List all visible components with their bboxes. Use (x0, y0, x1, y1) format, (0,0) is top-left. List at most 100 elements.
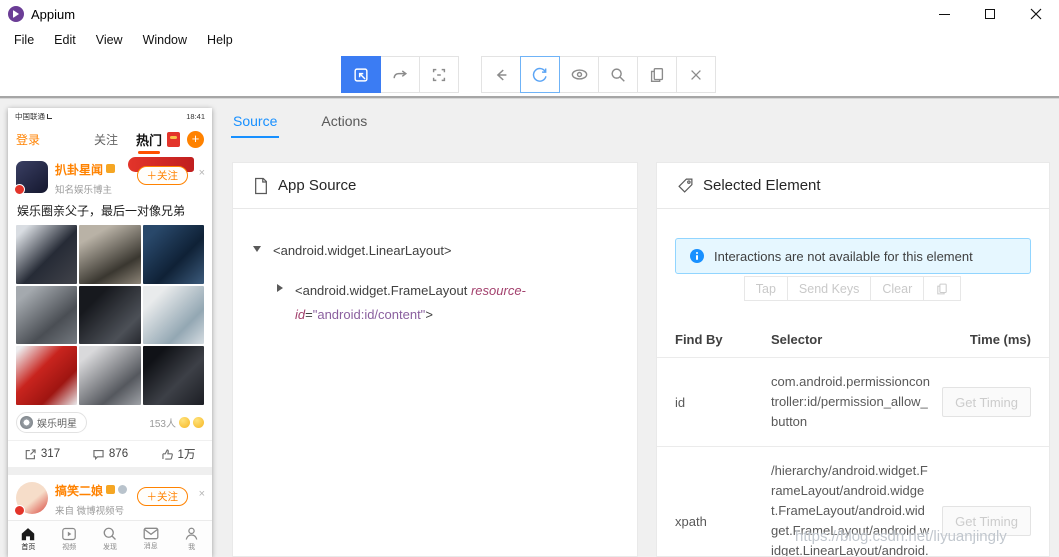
inspector-tabs: Source Actions (233, 113, 367, 138)
share-action: 317 (8, 441, 76, 467)
red-envelope-icon (167, 132, 180, 147)
close-button[interactable] (1013, 0, 1059, 28)
magnifier-icon (102, 526, 117, 541)
app-source-panel: App Source <android.widget.LinearLayout>… (232, 162, 638, 557)
crown-badge-icon (106, 164, 115, 173)
document-icon (253, 177, 269, 195)
back-button[interactable] (481, 56, 521, 93)
status-time: 18:41 (186, 112, 205, 121)
quit-session-button[interactable] (676, 56, 716, 93)
device-screenshot[interactable]: 中国联通 18:41 登录 关注 热门 + 扒卦星闻 知名娱乐博主 ＋关注 × (8, 108, 212, 557)
post-photo (79, 346, 140, 405)
app-source-title: App Source (278, 177, 356, 194)
main-area: 中国联通 18:41 登录 关注 热门 + 扒卦星闻 知名娱乐博主 ＋关注 × (0, 99, 1059, 557)
person-icon (184, 526, 199, 541)
thumbs-up-icon (161, 448, 174, 461)
menu-file[interactable]: File (4, 33, 44, 47)
selector-value: com.android.permissioncontroller:id/perm… (771, 372, 931, 432)
refresh-button[interactable] (520, 56, 560, 93)
selector-table: Find By Selector Time (ms) id com.androi… (657, 322, 1049, 557)
selected-element-panel: Selected Element Interactions are not av… (656, 162, 1050, 557)
tree-node-linearlayout[interactable]: <android.widget.LinearLayout> (253, 239, 617, 263)
post1-follow-button: ＋关注 (137, 166, 189, 185)
viewer-count: 153人 (149, 415, 176, 430)
tree-node-framelayout[interactable]: <android.widget.FrameLayout resource-id=… (277, 279, 617, 327)
search-icon (609, 66, 627, 84)
like-action: 1万 (144, 441, 212, 467)
source-tree: <android.widget.LinearLayout> <android.w… (233, 209, 637, 357)
hide-highlights-button[interactable] (559, 56, 599, 93)
tab-profile: 我 (171, 521, 212, 557)
alert-text: Interactions are not available for this … (714, 249, 973, 264)
login-link: 登录 (16, 131, 40, 148)
window-title: Appium (31, 7, 75, 22)
copy-attributes-button[interactable] (923, 276, 961, 301)
post1-close-icon: × (199, 167, 205, 179)
search-button[interactable] (598, 56, 638, 93)
follow-tab: 关注 (94, 131, 118, 148)
tap-button[interactable]: Tap (744, 276, 788, 301)
envelope-icon (143, 527, 159, 540)
post2-follow-button: ＋关注 (137, 487, 189, 506)
swipe-button[interactable] (380, 56, 420, 93)
element-action-buttons: Tap Send Keys Clear (657, 276, 1049, 301)
phone-tab-bar: 首页 视频 发现 消息 我 (8, 520, 212, 557)
menubar: File Edit View Window Help (0, 28, 1059, 52)
tab-source[interactable]: Source (233, 113, 277, 138)
share-icon (24, 448, 37, 461)
minimize-button[interactable] (921, 0, 967, 28)
post-photo (16, 286, 77, 345)
laugh-emoji-icon (179, 417, 190, 428)
post1-topic-row: 娱乐明星 153人 (16, 412, 204, 433)
comment-icon (92, 448, 105, 461)
post1-avatar (16, 161, 48, 193)
phone-status-bar: 中国联通 18:41 (8, 108, 212, 124)
app-source-header: App Source (233, 163, 637, 209)
copy-source-button[interactable] (637, 56, 677, 93)
post2-close-icon: × (199, 488, 205, 500)
post1-description: 知名娱乐博主 (55, 182, 115, 196)
clear-button[interactable]: Clear (870, 276, 924, 301)
tap-by-coordinates-button[interactable] (419, 56, 459, 93)
video-icon (61, 527, 77, 541)
selector-table-header: Find By Selector Time (ms) (657, 322, 1049, 358)
laugh-emoji-icon (193, 417, 204, 428)
appium-window: Appium File Edit View Window Help (0, 0, 1059, 557)
plus-button-icon: + (187, 131, 204, 148)
back-arrow-icon (492, 66, 510, 84)
post1-action-bar: 317 876 1万 (8, 440, 212, 467)
tag-icon (677, 177, 694, 194)
col-selector: Selector (771, 330, 931, 350)
caret-down-icon[interactable] (253, 246, 261, 252)
caret-right-icon[interactable] (277, 284, 283, 292)
phone-nav-bar: 登录 关注 热门 + (8, 124, 212, 154)
tab-discover: 发现 (90, 521, 131, 557)
tree-node-tag: <android.widget.FrameLayout resource-id=… (295, 279, 555, 327)
post1-text: 娱乐圈亲父子，最后一对像兄弟 (8, 198, 212, 219)
toolbar (0, 52, 1059, 96)
select-element-icon (352, 66, 370, 84)
get-timing-button[interactable]: Get Timing (942, 387, 1031, 417)
menu-view[interactable]: View (86, 33, 133, 47)
post1-username: 扒卦星闻 (55, 163, 115, 177)
topic-chip: 娱乐明星 (16, 412, 87, 433)
watermark-text: https://blog.csdn.net/liyuanjingly (795, 528, 1007, 545)
send-keys-button[interactable]: Send Keys (787, 276, 871, 301)
post2-description: 来自 微博视频号 (55, 503, 127, 517)
table-row: id com.android.permissioncontroller:id/p… (657, 358, 1049, 447)
feed-divider (8, 467, 212, 475)
tab-actions[interactable]: Actions (321, 113, 367, 138)
menu-edit[interactable]: Edit (44, 33, 86, 47)
menu-window[interactable]: Window (133, 33, 197, 47)
maximize-button[interactable] (967, 0, 1013, 28)
select-element-button[interactable] (341, 56, 381, 93)
post-photo (16, 225, 77, 284)
menu-help[interactable]: Help (197, 33, 243, 47)
minimize-icon (939, 14, 950, 15)
find-by-value: xpath (675, 514, 771, 529)
home-icon (20, 527, 36, 541)
col-find-by: Find By (675, 332, 771, 347)
selected-element-header: Selected Element (657, 163, 1049, 209)
post-photo (79, 225, 140, 284)
post2-avatar (16, 482, 48, 514)
